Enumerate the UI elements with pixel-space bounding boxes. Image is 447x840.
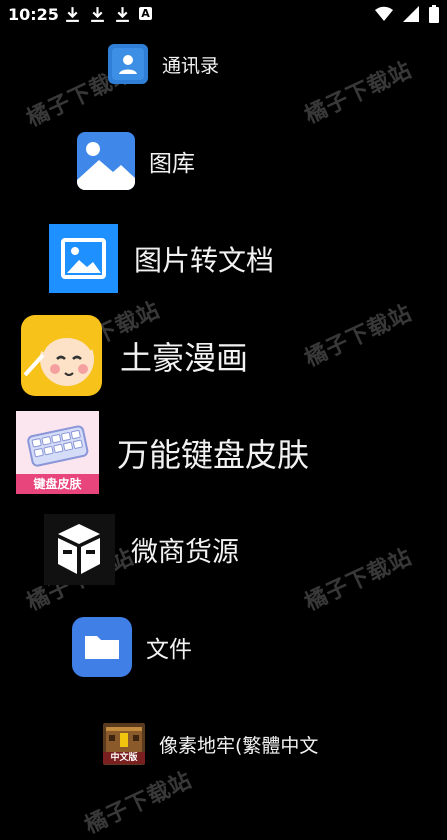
- system-icons: [375, 5, 439, 23]
- gallery-icon: [77, 132, 135, 190]
- notification-icons: A: [64, 6, 152, 23]
- download-icon: [116, 7, 129, 22]
- status-bar: 10:25 A: [0, 0, 447, 30]
- a-badge-icon: A: [139, 7, 152, 20]
- app-item-keyboard-skin[interactable]: 键盘皮肤 万能键盘皮肤: [16, 411, 309, 494]
- download-icon: [91, 7, 104, 22]
- app-label: 通讯录: [162, 54, 220, 77]
- app-item-files[interactable]: 文件: [72, 617, 192, 677]
- app-label: 微商货源: [131, 537, 239, 568]
- watermark: 橘子下载站: [301, 300, 416, 372]
- pixel-dungeon-icon: 中文版: [103, 723, 145, 765]
- app-label: 文件: [146, 637, 192, 663]
- image-to-doc-icon: [49, 224, 118, 293]
- manga-app-icon: [21, 315, 102, 396]
- watermark: 橘子下载站: [301, 544, 416, 616]
- app-item-manga[interactable]: 土豪漫画: [21, 315, 248, 396]
- files-folder-icon: [72, 617, 132, 677]
- app-item-pixel-dungeon[interactable]: 中文版 像素地牢(繁體中文: [103, 723, 318, 765]
- app-label: 万能键盘皮肤: [117, 435, 310, 474]
- battery-icon: [429, 5, 439, 23]
- app-label: 图片转文档: [134, 243, 275, 277]
- app-label: 土豪漫画: [120, 338, 249, 377]
- watermark: 橘子下载站: [301, 57, 416, 129]
- watermark: 橘子下载站: [81, 767, 196, 839]
- app-label: 像素地牢(繁體中文: [159, 734, 319, 757]
- app-item-contacts[interactable]: 通讯录: [108, 44, 219, 84]
- status-time: 10:25: [8, 5, 59, 24]
- keyboard-skin-icon-text: 键盘皮肤: [33, 477, 82, 491]
- wechat-goods-icon: [44, 514, 115, 585]
- pixel-dungeon-icon-text: 中文版: [103, 752, 145, 764]
- app-item-wechat-goods[interactable]: 微商货源: [44, 514, 239, 585]
- app-label: 图库: [149, 151, 195, 177]
- app-item-gallery[interactable]: 图库: [77, 132, 195, 190]
- download-icon: [66, 7, 79, 22]
- wifi-icon: [375, 6, 393, 22]
- signal-icon: [403, 6, 419, 22]
- contacts-icon: [108, 44, 148, 84]
- app-item-image-to-doc[interactable]: 图片转文档: [49, 224, 274, 293]
- keyboard-skin-icon: 键盘皮肤: [16, 411, 99, 494]
